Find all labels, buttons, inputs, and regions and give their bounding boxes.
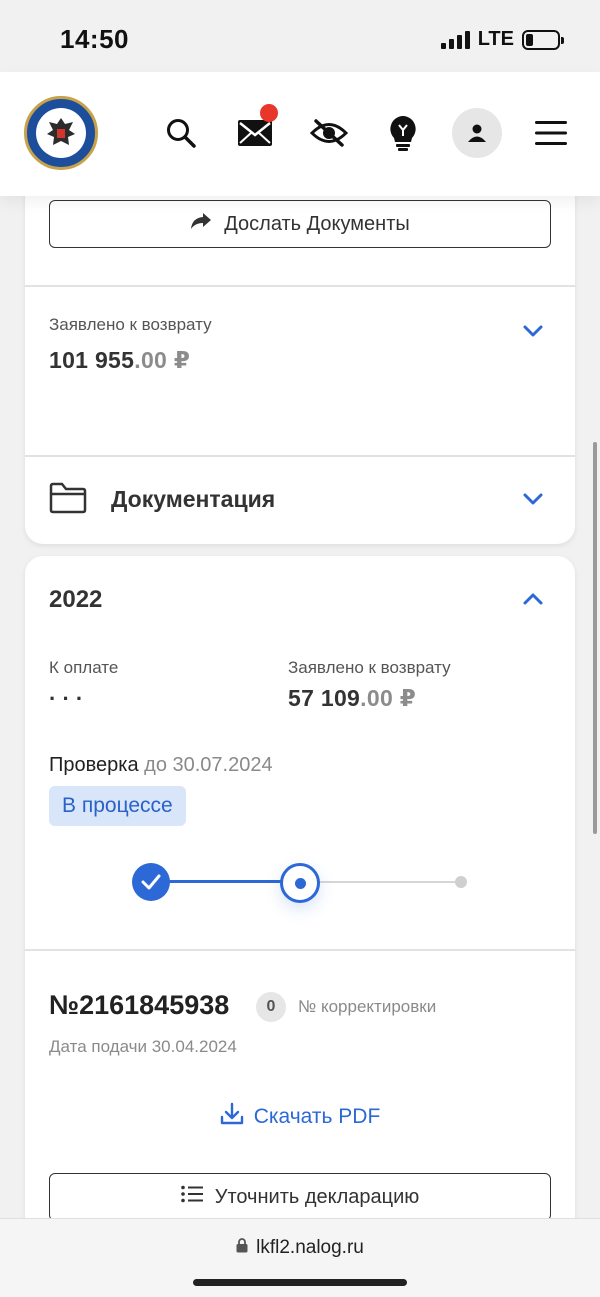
home-indicator[interactable] bbox=[193, 1279, 407, 1286]
step-complete-icon bbox=[132, 863, 170, 901]
status-bar: 14:50 LTE bbox=[0, 0, 600, 72]
progress-line-done bbox=[150, 880, 300, 883]
claimed-refund-label: Заявлено к возврату bbox=[288, 658, 451, 677]
clarify-declaration-label: Уточнить декларацию bbox=[214, 1185, 420, 1208]
divider bbox=[25, 949, 575, 951]
network-type: LTE bbox=[477, 28, 514, 50]
step-pending-icon bbox=[455, 876, 467, 888]
divider bbox=[25, 285, 575, 287]
check-row: Проверка до 30.07.2024 bbox=[49, 754, 273, 777]
to-pay-label: К оплате bbox=[49, 658, 119, 677]
correction-count-badge: 0 bbox=[256, 992, 286, 1022]
profile-button[interactable] bbox=[452, 108, 502, 158]
declaration-card-previous: Дослать Документы Заявлено к возврату 10… bbox=[25, 180, 575, 544]
folder-icon bbox=[49, 482, 87, 519]
chevron-down-icon[interactable] bbox=[522, 324, 544, 338]
amount-main: 57 109 bbox=[288, 685, 361, 711]
send-documents-button[interactable]: Дослать Документы bbox=[49, 200, 551, 248]
year-title: 2022 bbox=[49, 586, 103, 613]
declaration-number: №2161845938 bbox=[49, 990, 230, 1020]
download-pdf-label: Скачать PDF bbox=[253, 1105, 381, 1128]
chevron-down-icon[interactable] bbox=[522, 492, 544, 506]
claimed-refund-label: Заявлено к возврату bbox=[49, 315, 212, 334]
browser-address-bar: lkfl2.nalog.ru bbox=[0, 1218, 600, 1297]
share-arrow-icon bbox=[190, 212, 212, 236]
declaration-card-2022: 2022 К оплате · · · Заявлено к возврату … bbox=[25, 556, 575, 1236]
hidden-eye-icon[interactable] bbox=[304, 108, 354, 158]
battery-icon bbox=[522, 29, 564, 50]
check-label: Проверка bbox=[49, 754, 139, 776]
step-current-icon bbox=[280, 863, 320, 903]
download-pdf-link[interactable]: Скачать PDF bbox=[25, 1102, 575, 1132]
url-field[interactable]: lkfl2.nalog.ru bbox=[0, 1237, 600, 1259]
lightbulb-icon[interactable] bbox=[378, 108, 428, 158]
submission-date: Дата подачи 30.04.2024 bbox=[49, 1037, 237, 1056]
scrollbar[interactable] bbox=[593, 442, 597, 834]
claimed-refund-amount: 57 109.00 ₽ bbox=[288, 685, 416, 712]
list-icon bbox=[180, 1185, 203, 1209]
menu-icon[interactable] bbox=[526, 108, 576, 158]
signal-icon bbox=[440, 30, 470, 49]
mail-icon[interactable] bbox=[230, 104, 280, 158]
claimed-refund-amount: 101 955.00 ₽ bbox=[49, 347, 190, 374]
unread-dot bbox=[260, 104, 278, 122]
documentation-label[interactable]: Документация bbox=[111, 486, 275, 513]
status-indicators: LTE bbox=[440, 28, 564, 51]
amount-main: 101 955 bbox=[49, 347, 135, 373]
divider bbox=[25, 455, 575, 457]
clarify-declaration-button[interactable]: Уточнить декларацию bbox=[49, 1173, 551, 1221]
search-icon[interactable] bbox=[156, 108, 206, 158]
lock-icon bbox=[236, 1237, 248, 1259]
correction-label: № корректировки bbox=[298, 997, 437, 1016]
fns-logo[interactable] bbox=[24, 96, 98, 170]
amount-kopecks: .00 ₽ bbox=[134, 347, 191, 373]
check-deadline: до 30.07.2024 bbox=[144, 754, 273, 776]
status-time: 14:50 bbox=[60, 24, 129, 54]
profile-icon bbox=[452, 108, 502, 158]
to-pay-value: · · · bbox=[49, 686, 84, 711]
emblem-icon bbox=[36, 108, 86, 158]
download-icon bbox=[220, 1102, 244, 1132]
battery-level bbox=[526, 33, 533, 46]
amount-kopecks: .00 ₽ bbox=[360, 685, 417, 711]
app-header bbox=[0, 72, 600, 196]
send-documents-label: Дослать Документы bbox=[224, 212, 410, 235]
status-badge: В процессе bbox=[49, 786, 186, 826]
url-text: lkfl2.nalog.ru bbox=[256, 1237, 364, 1258]
progress-line-pending bbox=[300, 881, 460, 883]
chevron-up-icon[interactable] bbox=[522, 592, 544, 606]
